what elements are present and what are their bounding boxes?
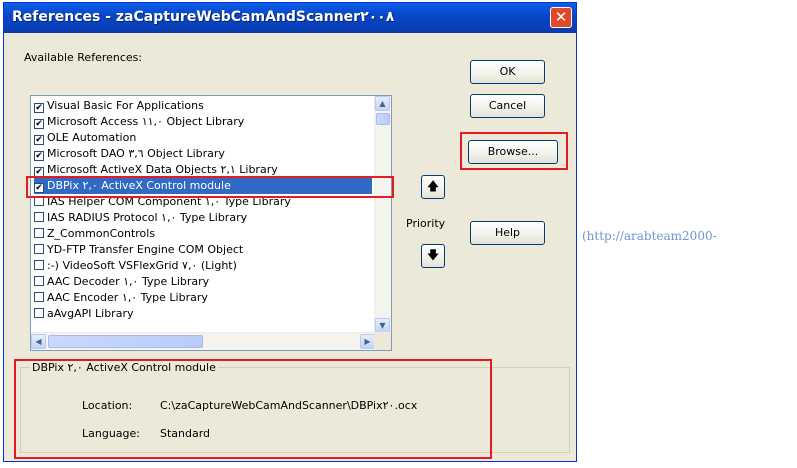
priority-down-icon[interactable]: 🡇 xyxy=(421,244,445,268)
selected-item-highlight-box xyxy=(26,176,394,198)
reference-item-label: AAC Encoder ١,٠ Type Library xyxy=(47,291,208,304)
scroll-right-icon[interactable]: ▶ xyxy=(360,334,375,349)
reference-item-label: Z_CommonControls xyxy=(47,227,156,240)
reference-item[interactable]: ✔ Microsoft Access ١١,٠ Object Library xyxy=(34,114,372,130)
browse-highlight-box xyxy=(460,132,568,170)
priority-up-icon[interactable]: 🡅 xyxy=(421,175,445,199)
reference-item[interactable]: AAC Decoder ١,٠ Type Library xyxy=(34,274,372,290)
reference-checkbox[interactable] xyxy=(34,212,44,222)
close-icon[interactable]: ✕ xyxy=(550,7,572,28)
help-button[interactable]: Help xyxy=(470,221,545,245)
scroll-up-icon[interactable]: ▲ xyxy=(375,96,390,111)
dialog-title: References - zaCaptureWebCamAndScanner٢٠… xyxy=(12,9,395,25)
reference-checkbox[interactable]: ✔ xyxy=(34,103,44,113)
reference-item-label: Microsoft Access ١١,٠ Object Library xyxy=(47,115,245,128)
title-bar[interactable]: References - zaCaptureWebCamAndScanner٢٠… xyxy=(4,3,576,33)
vertical-scrollbar[interactable]: ▲ ▼ xyxy=(374,96,391,333)
horizontal-scrollbar[interactable]: ◀ ▶ xyxy=(31,332,375,350)
reference-checkbox[interactable] xyxy=(34,228,44,238)
reference-item-label: YD-FTP Transfer Engine COM Object xyxy=(47,243,244,256)
source-url-text: (http://arabteam2000- xyxy=(582,229,717,243)
priority-label: Priority xyxy=(406,217,446,230)
reference-checkbox[interactable]: ✔ xyxy=(34,151,44,161)
details-highlight-box xyxy=(14,359,492,459)
reference-item[interactable]: AAC Encoder ١,٠ Type Library xyxy=(34,290,372,306)
references-list[interactable]: ✔ Visual Basic For Applications ✔ Microsoft… xyxy=(30,95,392,351)
reference-item-label: Visual Basic For Applications xyxy=(47,99,204,112)
scroll-down-icon[interactable]: ▼ xyxy=(375,318,390,333)
ok-button[interactable]: OK xyxy=(470,60,545,84)
reference-item-label: IAS RADIUS Protocol ١,٠ Type Library xyxy=(47,211,248,224)
reference-item-label: :-) VideoSoft VSFlexGrid ٧,٠ (Light) xyxy=(47,259,237,272)
reference-item-label: OLE Automation xyxy=(47,131,137,144)
scrollbar-corner xyxy=(374,332,391,350)
scroll-left-icon[interactable]: ◀ xyxy=(31,334,46,349)
reference-checkbox[interactable] xyxy=(34,260,44,270)
reference-item[interactable]: :-) VideoSoft VSFlexGrid ٧,٠ (Light) xyxy=(34,258,372,274)
reference-checkbox[interactable] xyxy=(34,308,44,318)
reference-item[interactable]: IAS RADIUS Protocol ١,٠ Type Library xyxy=(34,210,372,226)
cancel-button[interactable]: Cancel xyxy=(470,94,545,118)
reference-checkbox[interactable] xyxy=(34,244,44,254)
reference-item-label: aAvgAPI Library xyxy=(47,307,134,320)
reference-item[interactable]: YD-FTP Transfer Engine COM Object xyxy=(34,242,372,258)
reference-item-label: Microsoft ActiveX Data Objects ٢,١ Libra… xyxy=(47,163,278,176)
reference-checkbox[interactable] xyxy=(34,276,44,286)
reference-item[interactable]: ✔ OLE Automation xyxy=(34,130,372,146)
reference-item[interactable]: Z_CommonControls xyxy=(34,226,372,242)
references-dialog: References - zaCaptureWebCamAndScanner٢٠… xyxy=(3,2,577,462)
available-references-label: Available References: xyxy=(24,51,143,64)
reference-item[interactable]: ✔ Microsoft DAO ٣,٦ Object Library xyxy=(34,146,372,162)
reference-item-label: Microsoft DAO ٣,٦ Object Library xyxy=(47,147,225,160)
reference-item[interactable]: aAvgAPI Library xyxy=(34,306,372,322)
reference-checkbox[interactable] xyxy=(34,292,44,302)
reference-item[interactable]: ✔ Visual Basic For Applications xyxy=(34,98,372,114)
reference-item-label: AAC Decoder ١,٠ Type Library xyxy=(47,275,210,288)
vertical-scroll-thumb[interactable] xyxy=(376,113,390,125)
horizontal-scroll-thumb[interactable] xyxy=(48,335,203,348)
reference-checkbox[interactable]: ✔ xyxy=(34,135,44,145)
reference-checkbox[interactable]: ✔ xyxy=(34,119,44,129)
